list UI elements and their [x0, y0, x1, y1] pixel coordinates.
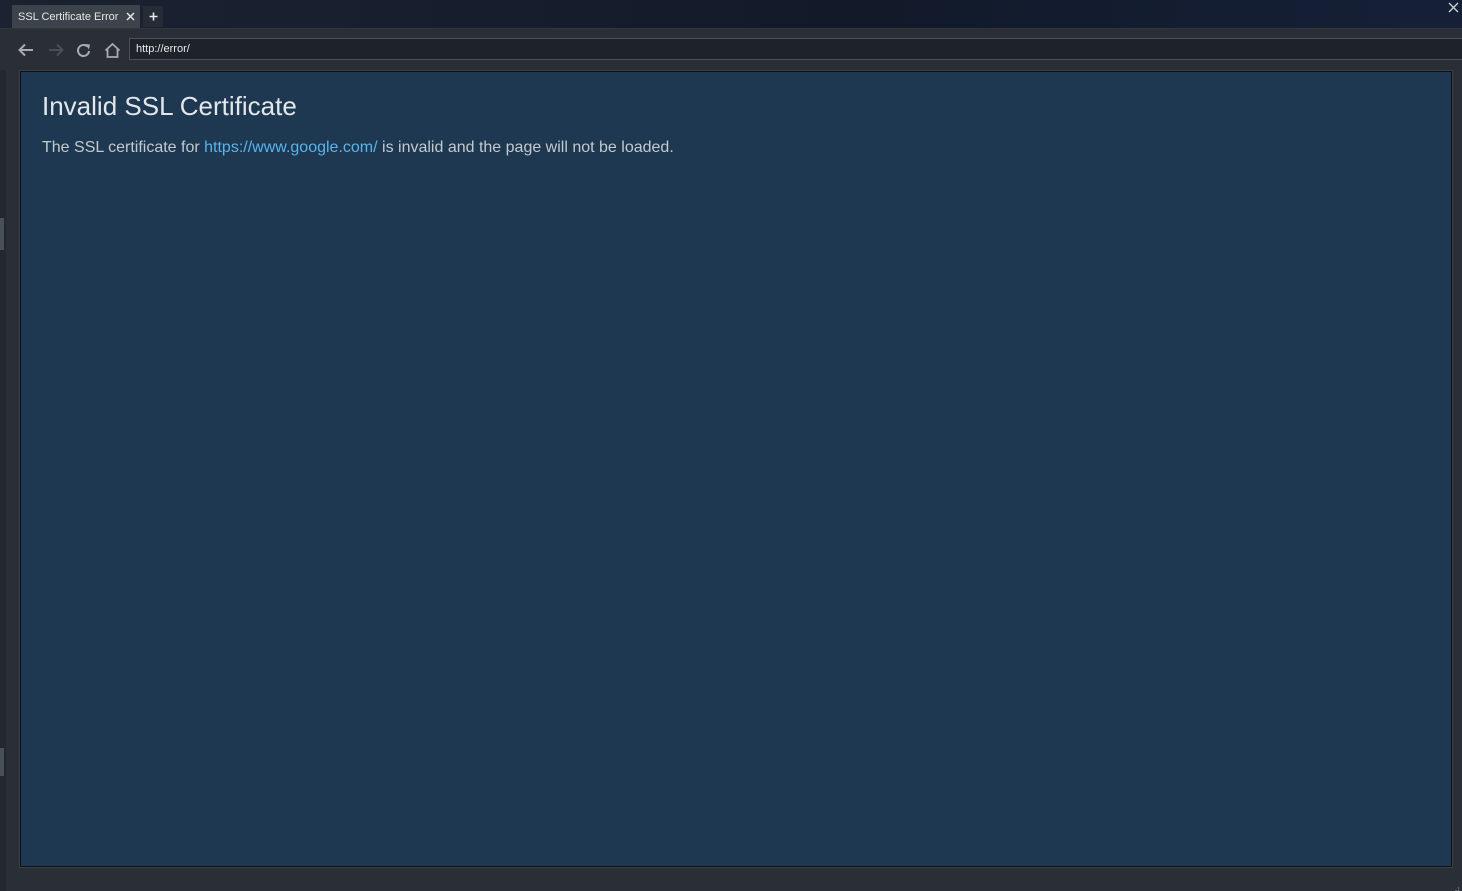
- new-tab-button[interactable]: [143, 6, 163, 27]
- certificate-url-link[interactable]: https://www.google.com/: [204, 139, 377, 156]
- reload-icon: [76, 43, 92, 58]
- arrow-left-icon: [18, 43, 34, 57]
- error-message: The SSL certificate for https://www.goog…: [42, 139, 674, 157]
- page-content: Invalid SSL Certificate The SSL certific…: [19, 70, 1453, 868]
- message-text-after: is invalid and the page will not be load…: [377, 139, 674, 156]
- tab-ssl-certificate-error[interactable]: SSL Certificate Error: [12, 5, 140, 28]
- edge-marker: [0, 218, 4, 250]
- home-icon: [104, 42, 121, 58]
- edge-marker: [0, 748, 4, 776]
- tab-bar: SSL Certificate Error: [0, 0, 1462, 29]
- address-bar[interactable]: [129, 38, 1462, 60]
- reload-button[interactable]: [73, 40, 95, 60]
- window-close-button[interactable]: [1446, 0, 1460, 14]
- close-icon[interactable]: [123, 10, 137, 24]
- message-text-before: The SSL certificate for: [42, 139, 205, 156]
- forward-button[interactable]: [45, 40, 67, 60]
- resize-grip-icon[interactable]: [1452, 881, 1460, 891]
- close-icon: [1448, 2, 1459, 13]
- browser-window: SSL Certificate Error http://error/ Inva…: [0, 0, 1462, 891]
- navigation-toolbar: [0, 29, 1462, 70]
- home-button[interactable]: [101, 40, 123, 60]
- left-edge-strip: [0, 28, 6, 891]
- back-button[interactable]: [15, 40, 37, 60]
- plus-icon: [149, 12, 158, 21]
- tab-label: SSL Certificate Error: [18, 10, 119, 23]
- page-title: Invalid SSL Certificate: [42, 91, 297, 121]
- arrow-right-icon: [48, 43, 64, 57]
